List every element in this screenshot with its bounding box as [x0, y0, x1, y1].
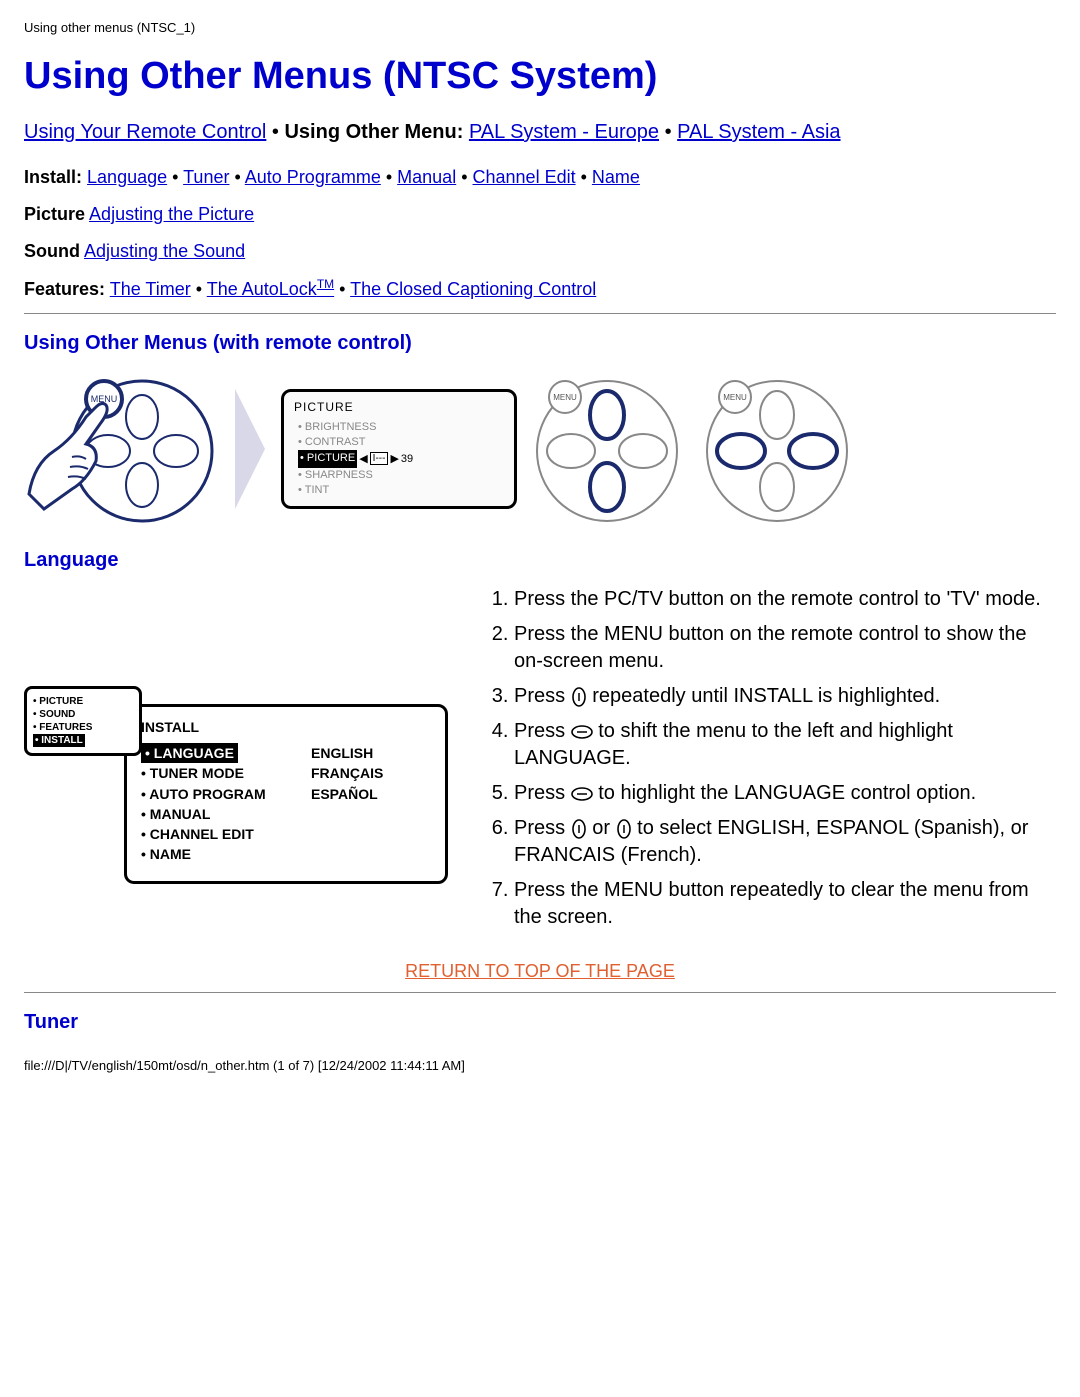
big-menu-card: INSTALL • LANGUAGE • TUNER MODE • AUTO P…: [124, 704, 448, 884]
top-nav: Using Your Remote Control • Using Other …: [24, 118, 1056, 146]
link-auto-programme[interactable]: Auto Programme: [245, 167, 381, 187]
link-pal-asia[interactable]: PAL System - Asia: [677, 121, 840, 143]
link-pal-europe[interactable]: PAL System - Europe: [469, 121, 659, 143]
install-menu-illustration: • PICTURE • SOUND • FEATURES • INSTALL I…: [24, 686, 444, 906]
install-line: Install: Language • Tuner • Auto Program…: [24, 164, 1056, 191]
link-tuner[interactable]: Tuner: [183, 167, 229, 187]
cursor-right-icon: [571, 786, 593, 802]
link-autolock[interactable]: The AutoLockTM: [207, 279, 334, 299]
link-closed-captioning[interactable]: The Closed Captioning Control: [350, 279, 596, 299]
osd-item: • CONTRAST: [298, 435, 504, 450]
other-menu-label: Using Other Menu:: [284, 121, 463, 143]
cursor-down-icon: [571, 687, 587, 707]
link-name[interactable]: Name: [592, 167, 640, 187]
divider: [24, 992, 1056, 993]
link-manual[interactable]: Manual: [397, 167, 456, 187]
section-remote-heading: Using Other Menus (with remote control): [24, 332, 1056, 355]
picture-line: Picture Adjusting the Picture: [24, 201, 1056, 228]
link-adjusting-sound[interactable]: Adjusting the Sound: [84, 241, 245, 261]
install-label: Install:: [24, 167, 82, 187]
link-language[interactable]: Language: [87, 167, 167, 187]
big-card-title: INSTALL: [141, 719, 431, 735]
section-tuner-heading: Tuner: [24, 1011, 1056, 1034]
step: Press to shift the menu to the left and …: [514, 718, 1056, 772]
picture-label: Picture: [24, 204, 85, 224]
link-channel-edit[interactable]: Channel Edit: [473, 167, 576, 187]
remote-leftright-icon: MENU: [697, 369, 857, 529]
svg-text:MENU: MENU: [723, 393, 747, 402]
page-title: Using Other Menus (NTSC System): [24, 55, 1056, 98]
divider: [24, 313, 1056, 314]
remote-updown-icon: MENU: [527, 369, 687, 529]
osd-item-selected: • PICTURE: [298, 450, 357, 467]
cursor-down-icon: [616, 819, 632, 839]
cursor-up-icon: [571, 819, 587, 839]
osd-item: • SHARPNESS: [298, 468, 504, 483]
step: Press or to select ENGLISH, ESPANOL (Spa…: [514, 815, 1056, 869]
step: Press to highlight the LANGUAGE control …: [514, 780, 1056, 807]
remote-illustration-row: MENU PICTURE • BRIGHTNESS • CONTRAST • P…: [24, 369, 1056, 529]
features-label: Features:: [24, 279, 105, 299]
step: Press the MENU button repeatedly to clea…: [514, 877, 1056, 931]
osd-item: • BRIGHTNESS: [298, 420, 504, 435]
svg-text:MENU: MENU: [553, 393, 577, 402]
link-adjusting-picture[interactable]: Adjusting the Picture: [89, 204, 254, 224]
step: Press repeatedly until INSTALL is highli…: [514, 683, 1056, 710]
footer-path: file:///D|/TV/english/150mt/osd/n_other.…: [24, 1058, 1056, 1073]
sound-label: Sound: [24, 241, 80, 261]
cursor-right-icon: [571, 724, 593, 740]
header-path: Using other menus (NTSC_1): [24, 20, 1056, 35]
return-to-top-link[interactable]: RETURN TO TOP OF THE PAGE: [405, 961, 675, 981]
osd-title: PICTURE: [294, 400, 504, 414]
sound-line: Sound Adjusting the Sound: [24, 238, 1056, 265]
small-menu-card: • PICTURE • SOUND • FEATURES • INSTALL: [24, 686, 142, 756]
step: Press the PC/TV button on the remote con…: [514, 586, 1056, 613]
features-line: Features: The Timer • The AutoLockTM • T…: [24, 275, 1056, 303]
remote-hand-icon: MENU: [24, 369, 219, 529]
step: Press the MENU button on the remote cont…: [514, 621, 1056, 675]
link-timer[interactable]: The Timer: [110, 279, 191, 299]
language-steps: Press the PC/TV button on the remote con…: [474, 586, 1056, 939]
osd-picture-menu: PICTURE • BRIGHTNESS • CONTRAST • PICTUR…: [281, 389, 517, 510]
osd-item: • TINT: [298, 483, 504, 498]
arrow-right-icon: [235, 389, 265, 509]
section-language-heading: Language: [24, 549, 1056, 572]
link-remote-control[interactable]: Using Your Remote Control: [24, 121, 266, 143]
